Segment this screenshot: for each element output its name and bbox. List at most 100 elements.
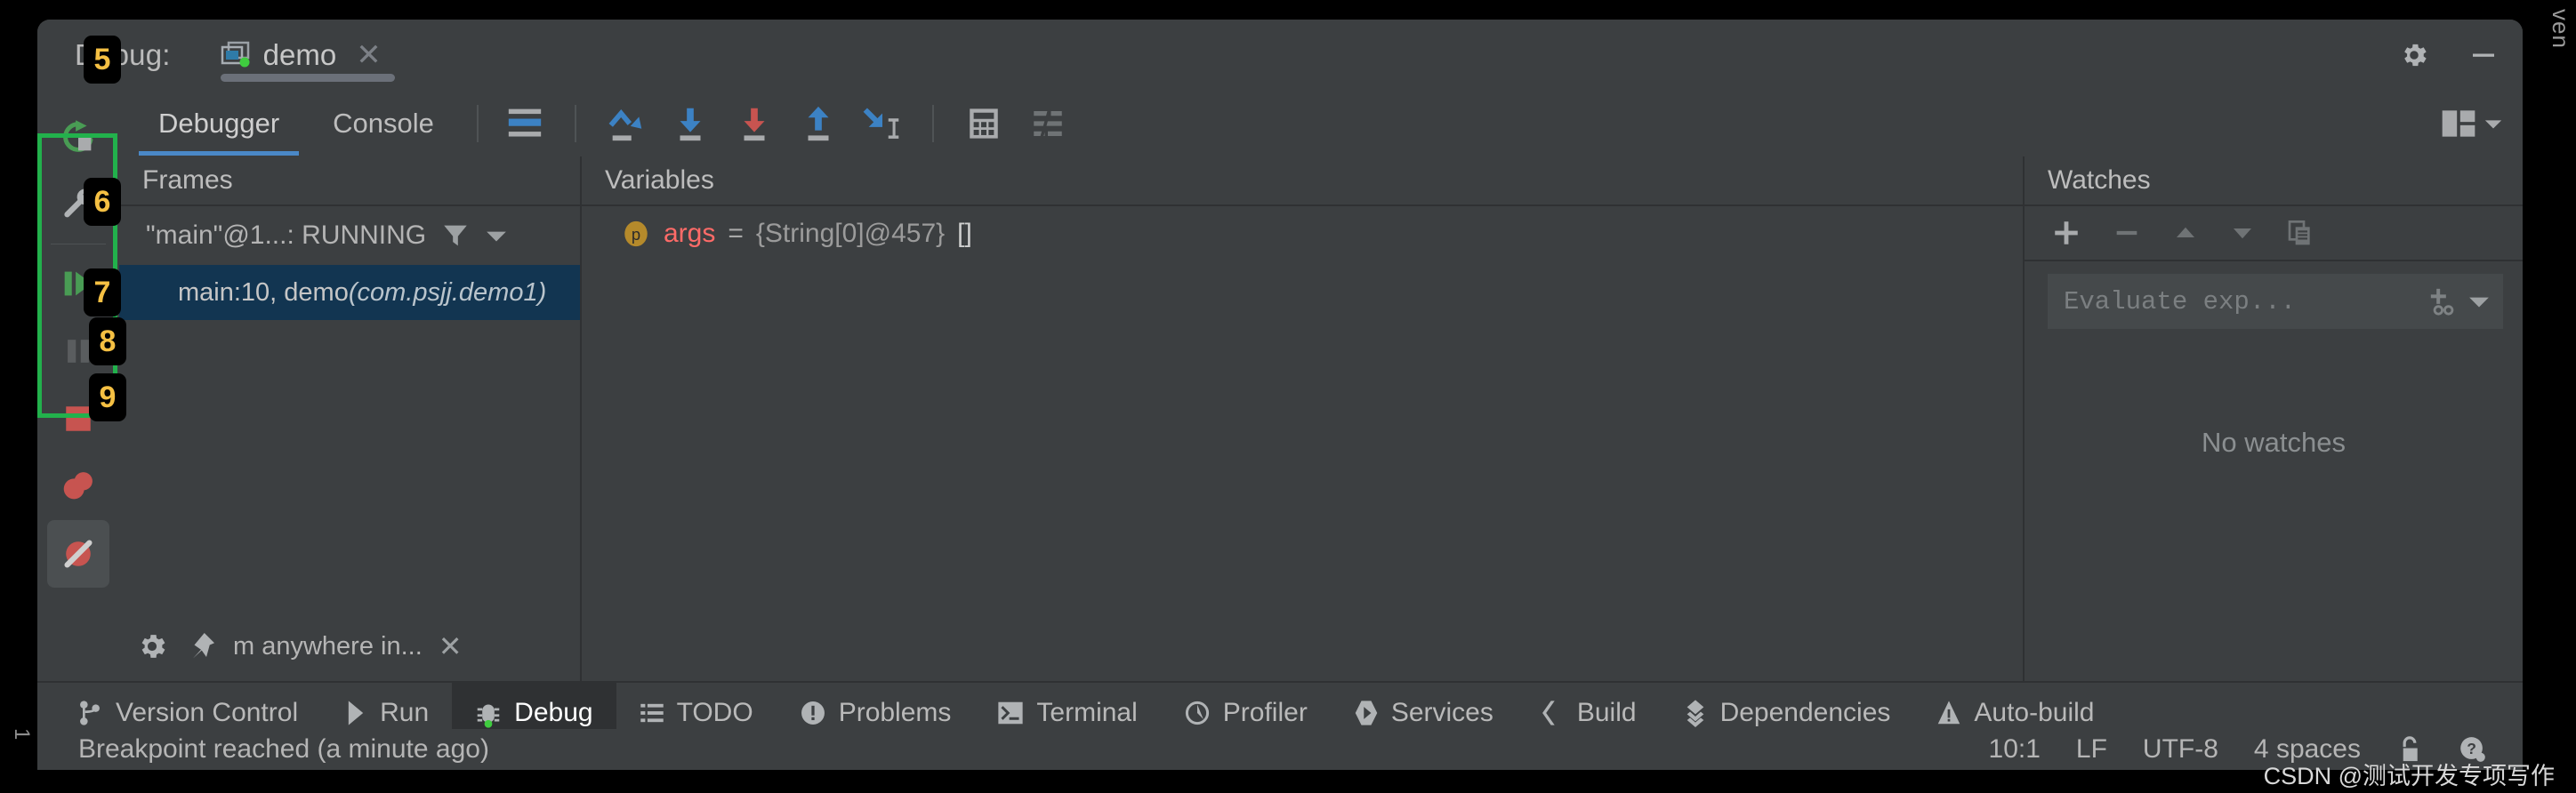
tab-underline: [220, 74, 395, 82]
error-circle-icon: [800, 700, 826, 726]
variable-equals: =: [728, 219, 744, 248]
line-separator[interactable]: LF: [2076, 734, 2107, 765]
evaluate-expression-field[interactable]: Evaluate exp...: [2048, 274, 2503, 329]
annotation-badge-5: 5: [84, 36, 121, 84]
variables-pane: Variables p args = {String[0]@457} []: [582, 156, 2023, 681]
file-encoding[interactable]: UTF-8: [2143, 734, 2218, 765]
frame-list-item[interactable]: main:10, demo (com.psjj.demo1): [119, 265, 580, 320]
toolwindow-label: Dependencies: [1719, 698, 1891, 727]
toolwindow-label: Debug: [514, 698, 593, 727]
show-execution-point-icon[interactable]: [495, 98, 555, 149]
services-icon: [1354, 700, 1379, 726]
bug-icon: [475, 698, 502, 728]
tab-console[interactable]: Console: [306, 108, 461, 140]
gear-icon[interactable]: [2398, 39, 2430, 71]
watches-pane: Watches Evaluate exp... No watches: [2025, 156, 2523, 681]
toolbar-divider: [931, 105, 934, 142]
toolwindow-label: TODO: [676, 698, 753, 727]
titlebar-actions: [2398, 39, 2500, 71]
annotation-badge-6: 6: [84, 178, 121, 226]
list-icon: [640, 701, 664, 725]
step-out-icon[interactable]: [788, 98, 849, 149]
play-icon: [344, 700, 367, 726]
frames-body[interactable]: "main"@1...: RUNNING main:10, demo (com.…: [119, 206, 580, 681]
build-hammer-icon: [1540, 700, 1565, 726]
gear-icon[interactable]: [135, 629, 169, 663]
variables-body[interactable]: p args = {String[0]@457} []: [582, 206, 2023, 681]
force-step-into-icon[interactable]: [724, 98, 785, 149]
watermark-text: CSDN @测试开发专项写作: [2263, 763, 2555, 789]
svg-text:p: p: [632, 225, 640, 244]
debug-tool-window: Debug: demo ✕ Debugger Console Frames "m…: [37, 20, 2523, 749]
stepping-toolbar: [495, 98, 1078, 149]
chevron-down-icon[interactable]: [485, 224, 508, 247]
toolwindow-label: Services: [1390, 698, 1493, 727]
close-icon[interactable]: ✕: [439, 629, 463, 663]
evaluate-expression-icon[interactable]: [954, 98, 1014, 149]
view-breakpoints-button[interactable]: [47, 453, 109, 520]
add-to-watches-icon[interactable]: [2428, 286, 2459, 316]
run-configuration-tab-demo[interactable]: demo ✕: [220, 20, 395, 91]
toolwindow-label: Auto-build: [1974, 698, 2095, 727]
watches-toolbar: [2025, 206, 2523, 261]
copy-icon[interactable]: [2286, 219, 2314, 247]
run-to-cursor-icon[interactable]: [852, 98, 913, 149]
close-icon[interactable]: ✕: [356, 40, 382, 70]
toolwindow-label: Version Control: [116, 698, 299, 727]
move-up-icon[interactable]: [2172, 220, 2199, 246]
toolwindow-label: Run: [380, 698, 430, 727]
layout-actions: [2439, 107, 2523, 140]
minimize-icon[interactable]: [2467, 39, 2500, 71]
settings-sliders-icon[interactable]: [1018, 98, 1078, 149]
rerun-button[interactable]: [47, 103, 109, 171]
status-message: Breakpoint reached (a minute ago): [78, 734, 489, 764]
variable-type: {String[0]@457}: [755, 219, 946, 248]
filter-icon[interactable]: [440, 220, 471, 251]
debugger-panels: Debugger Console Frames "main"@1...: RUN…: [119, 91, 2523, 681]
debugger-tabstrip: Debugger Console: [119, 91, 2523, 156]
no-watches-message: No watches: [2202, 427, 2346, 458]
branch-icon: [76, 699, 103, 727]
pin-icon[interactable]: [185, 630, 217, 662]
profiler-icon: [1184, 700, 1211, 726]
layout-settings-icon[interactable]: [2439, 107, 2478, 140]
variable-name: args: [664, 219, 716, 248]
svg-text:?: ?: [2467, 740, 2476, 757]
chevron-down-icon[interactable]: [2483, 114, 2503, 133]
watches-header: Watches: [2025, 156, 2523, 206]
add-watch-icon[interactable]: [2051, 218, 2081, 248]
chevron-down-icon[interactable]: [2467, 290, 2491, 313]
dependencies-icon: [1683, 699, 1708, 727]
status-bar: Breakpoint reached (a minute ago) 10:1 L…: [37, 729, 2523, 770]
right-edge-maven-label[interactable]: ven: [2547, 9, 2574, 49]
debug-title-bar: Debug: demo ✕: [37, 20, 2523, 91]
toolbar-divider: [476, 105, 479, 142]
tab-debugger[interactable]: Debugger: [132, 108, 306, 156]
left-edge-label: 1: [10, 727, 34, 740]
thread-selector[interactable]: "main"@1...: RUNNING: [119, 206, 580, 265]
frame-method: main:10, demo: [178, 277, 349, 307]
toolwindow-label: Problems: [838, 698, 952, 727]
warning-triangle-icon: [1936, 700, 1961, 726]
frame-package: (com.psjj.demo1): [348, 277, 547, 307]
watches-body: Evaluate exp... No watches: [2025, 261, 2523, 681]
move-down-icon[interactable]: [2229, 220, 2256, 246]
caret-position[interactable]: 10:1: [1989, 734, 2041, 765]
thread-label: "main"@1...: RUNNING: [146, 220, 427, 250]
toolbar-divider: [574, 105, 576, 142]
mute-breakpoints-button[interactable]: [47, 520, 109, 588]
variable-row[interactable]: p args = {String[0]@457} []: [582, 206, 2023, 261]
step-into-icon[interactable]: [660, 98, 720, 149]
toolwindow-label: Build: [1576, 698, 1637, 727]
debugger-panes: Frames "main"@1...: RUNNING main:10, dem…: [119, 156, 2523, 681]
application-icon: [221, 41, 251, 69]
annotation-badge-8: 8: [89, 317, 126, 365]
toolwindow-label: Terminal: [1036, 698, 1138, 727]
step-over-icon[interactable]: [596, 98, 656, 149]
tab-label: demo: [262, 38, 337, 71]
toolwindow-label: Profiler: [1222, 698, 1308, 727]
evaluate-placeholder: Evaluate exp...: [2064, 286, 2297, 316]
terminal-icon: [997, 700, 1024, 726]
inline-search-overlay[interactable]: m anywhere in... ✕: [119, 617, 463, 676]
remove-watch-icon[interactable]: [2112, 218, 2142, 248]
